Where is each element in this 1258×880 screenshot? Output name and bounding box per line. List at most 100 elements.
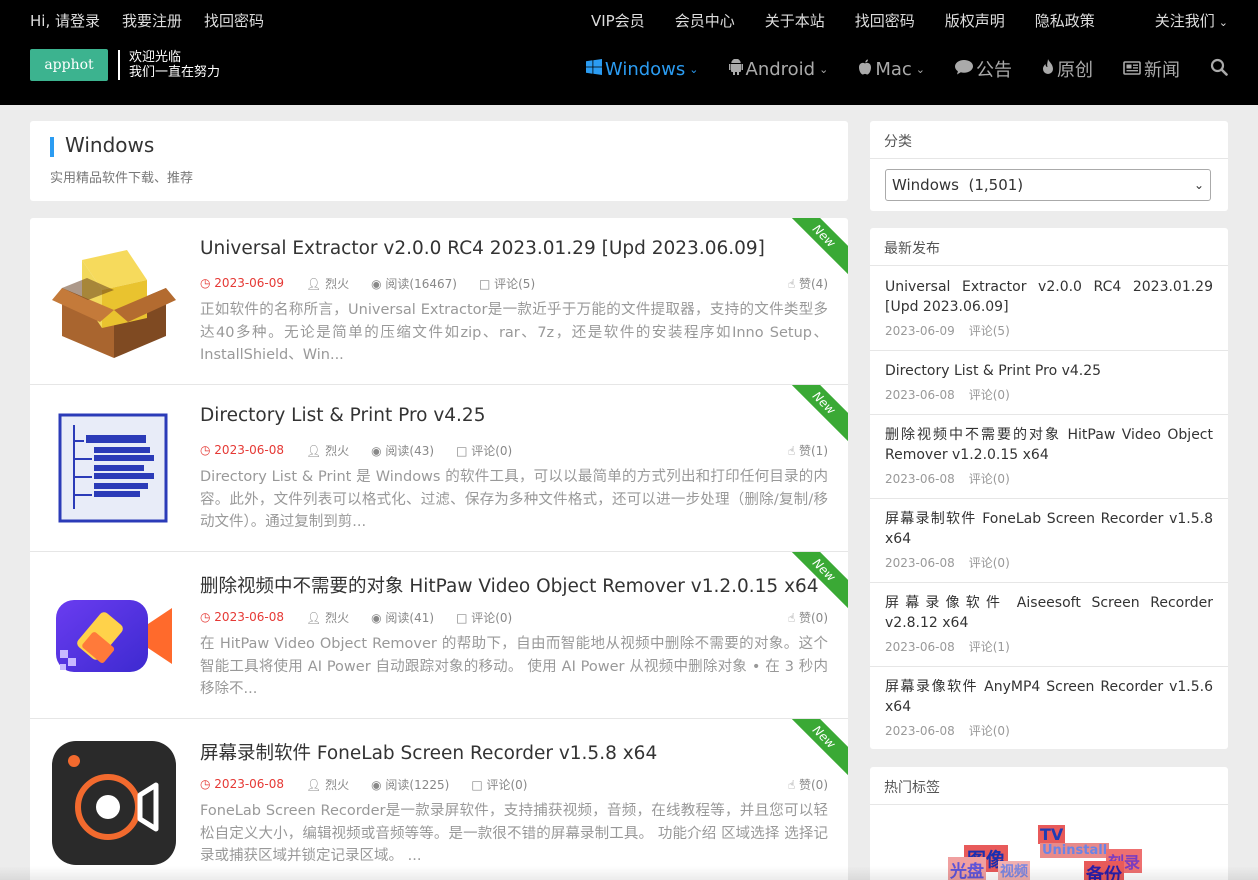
post-thumbnail[interactable] — [52, 407, 176, 531]
widget-title: 最新发布 — [870, 228, 1228, 266]
post-views: ◉ 阅读(43) — [371, 442, 434, 459]
latest-item-title[interactable]: Directory List & Print Pro v4.25 — [885, 361, 1213, 381]
post-author[interactable]: 👤︎ 烈火 — [306, 442, 349, 459]
post-item: Directory List & Print Pro v4.25 ◷ 2023-… — [30, 385, 848, 552]
post-title[interactable]: Directory List & Print Pro v4.25 — [200, 405, 485, 426]
comment-icon: □ — [478, 276, 495, 291]
like-button[interactable]: ☝︎ 赞(1) — [788, 442, 828, 459]
user-icon: 👤︎ — [306, 443, 326, 458]
site-logo[interactable]: apphot — [30, 49, 108, 81]
widget-title: 热门标签 — [870, 767, 1228, 805]
nav-android[interactable]: Android ⌄ — [728, 58, 828, 80]
recover-password-link[interactable]: 找回密码 — [204, 10, 264, 31]
post-author[interactable]: 👤︎ 烈火 — [306, 275, 349, 292]
post-comments[interactable]: □ 评论(0) — [456, 609, 512, 626]
clock-icon: ◷ — [200, 777, 215, 791]
latest-item-title[interactable]: 删除视频中不需要的对象 HitPaw Video Object Remover … — [885, 425, 1213, 465]
latest-item[interactable]: Directory List & Print Pro v4.25 2023-06… — [870, 351, 1228, 415]
post-author[interactable]: 👤︎ 烈火 — [306, 609, 349, 626]
post-comments[interactable]: □ 评论(0) — [456, 442, 512, 459]
copyright-link[interactable]: 版权声明 — [945, 10, 1005, 31]
nav-mac[interactable]: Mac ⌄ — [858, 59, 925, 80]
comment-icon: □ — [456, 610, 472, 625]
newspaper-icon — [1123, 60, 1141, 79]
like-button[interactable]: ☝︎ 赞(4) — [788, 275, 828, 292]
nav-original[interactable]: 原创 — [1042, 56, 1093, 82]
latest-item-comments: 评论(5) — [968, 324, 1010, 338]
post-thumbnail[interactable] — [52, 574, 176, 698]
like-count: 赞(0) — [799, 610, 828, 625]
post-date: ◷ 2023-06-08 — [200, 777, 284, 791]
post-views-text: 阅读(41) — [385, 610, 435, 625]
post-meta: ◷ 2023-06-09 👤︎ 烈火 ◉ 阅读(16467) □ 评论(5) ☝… — [200, 274, 828, 292]
recover-password-link-right[interactable]: 找回密码 — [855, 10, 915, 31]
nav-windows-label: Windows — [604, 58, 686, 80]
nav-news[interactable]: 新闻 — [1123, 56, 1180, 82]
like-count: 赞(1) — [799, 443, 828, 458]
latest-posts-widget: 最新发布 Universal Extractor v2.0.0 RC4 2023… — [870, 228, 1228, 749]
latest-item-title[interactable]: 屏幕录像软件 Aiseesoft Screen Recorder v2.8.12… — [885, 593, 1213, 633]
site-slogan: 欢迎光临 我们一直在努力 — [129, 50, 220, 80]
member-center-link[interactable]: 会员中心 — [675, 10, 735, 31]
like-button[interactable]: ☝︎ 赞(0) — [788, 609, 828, 626]
clock-icon: ◷ — [200, 443, 215, 457]
clock-icon: ◷ — [200, 276, 215, 290]
eye-icon: ◉ — [371, 610, 386, 625]
chevron-down-icon: ⌄ — [1218, 15, 1228, 29]
post-views-text: 阅读(16467) — [385, 276, 457, 291]
nav-windows[interactable]: Windows ⌄ — [585, 58, 699, 80]
post-date: ◷ 2023-06-08 — [200, 610, 284, 624]
follow-us-menu[interactable]: 关注我们 ⌄ — [1125, 10, 1228, 31]
hot-tags-widget: 热门标签 TV Uninstall 图像 刻录 光盘 视频 备份 — [870, 767, 1228, 880]
category-select[interactable]: Windows (1,501) ⌄ — [885, 169, 1211, 201]
latest-item-title[interactable]: 屏幕录像软件 AnyMP4 Screen Recorder v1.5.6 x64 — [885, 677, 1213, 717]
latest-item-meta: 2023-06-09 评论(5) — [885, 322, 1024, 339]
post-item: 删除视频中不需要的对象 HitPaw Video Object Remover … — [30, 552, 848, 719]
latest-item-date: 2023-06-08 — [885, 388, 955, 402]
post-comments[interactable]: □ 评论(5) — [479, 275, 535, 292]
latest-item-title[interactable]: 屏幕录制软件 FoneLab Screen Recorder v1.5.8 x6… — [885, 509, 1213, 549]
latest-item[interactable]: 屏幕录制软件 FoneLab Screen Recorder v1.5.8 x6… — [870, 499, 1228, 583]
post-thumbnail[interactable] — [52, 240, 176, 364]
directory-list-icon — [58, 413, 168, 523]
like-button[interactable]: ☝︎ 赞(0) — [788, 776, 828, 793]
like-count: 赞(4) — [799, 276, 828, 291]
nav-announcements-label: 公告 — [976, 60, 1012, 81]
search-button[interactable] — [1210, 58, 1228, 81]
post-thumbnail[interactable] — [52, 741, 176, 865]
clock-icon: ◷ — [200, 610, 215, 624]
post-author[interactable]: 👤︎ 烈火 — [306, 776, 349, 793]
apple-icon — [858, 59, 872, 79]
post-meta: ◷ 2023-06-08 👤︎ 烈火 ◉ 阅读(41) □ 评论(0) ☝︎ 赞… — [200, 608, 828, 626]
vip-link[interactable]: VIP会员 — [591, 10, 645, 31]
post-comments[interactable]: □ 评论(0) — [471, 776, 527, 793]
post-title[interactable]: 删除视频中不需要的对象 HitPaw Video Object Remover … — [200, 572, 819, 598]
privacy-link[interactable]: 隐私政策 — [1035, 10, 1095, 31]
latest-item-date: 2023-06-08 — [885, 472, 955, 486]
tag-link[interactable]: TV — [1038, 825, 1066, 844]
user-icon: 👤︎ — [306, 276, 326, 291]
post-title[interactable]: 屏幕录制软件 FoneLab Screen Recorder v1.5.8 x6… — [200, 739, 657, 765]
follow-us-label: 关注我们 — [1154, 11, 1215, 30]
post-date-text: 2023-06-08 — [214, 777, 285, 791]
login-link[interactable]: Hi, 请登录 — [30, 10, 100, 31]
register-link[interactable]: 我要注册 — [122, 10, 182, 31]
about-link[interactable]: 关于本站 — [765, 10, 825, 31]
latest-item[interactable]: 屏幕录像软件 Aiseesoft Screen Recorder v2.8.12… — [870, 583, 1228, 667]
top-links-left: Hi, 请登录 我要注册 找回密码 — [30, 0, 286, 40]
post-list: Universal Extractor v2.0.0 RC4 2023.01.2… — [30, 218, 848, 880]
latest-item[interactable]: Universal Extractor v2.0.0 RC4 2023.01.2… — [870, 267, 1228, 351]
nav-announcements[interactable]: 公告 — [955, 56, 1012, 82]
slogan-line-2: 我们一直在努力 — [129, 65, 221, 80]
latest-item-comments: 评论(0) — [968, 724, 1010, 738]
latest-item[interactable]: 删除视频中不需要的对象 HitPaw Video Object Remover … — [870, 415, 1228, 499]
post-title[interactable]: Universal Extractor v2.0.0 RC4 2023.01.2… — [200, 238, 765, 259]
post-item: Universal Extractor v2.0.0 RC4 2023.01.2… — [30, 218, 848, 385]
chevron-down-icon: ⌄ — [1193, 178, 1204, 192]
post-views: ◉ 阅读(16467) — [371, 275, 457, 292]
nav-android-label: Android — [745, 58, 816, 80]
latest-item[interactable]: 屏幕录像软件 AnyMP4 Screen Recorder v1.5.6 x64… — [870, 667, 1228, 749]
latest-item-title[interactable]: Universal Extractor v2.0.0 RC4 2023.01.2… — [885, 277, 1213, 317]
post-meta: ◷ 2023-06-08 👤︎ 烈火 ◉ 阅读(1225) □ 评论(0) ☝︎… — [200, 775, 828, 793]
tag-link[interactable]: Uninstall — [1040, 843, 1110, 858]
